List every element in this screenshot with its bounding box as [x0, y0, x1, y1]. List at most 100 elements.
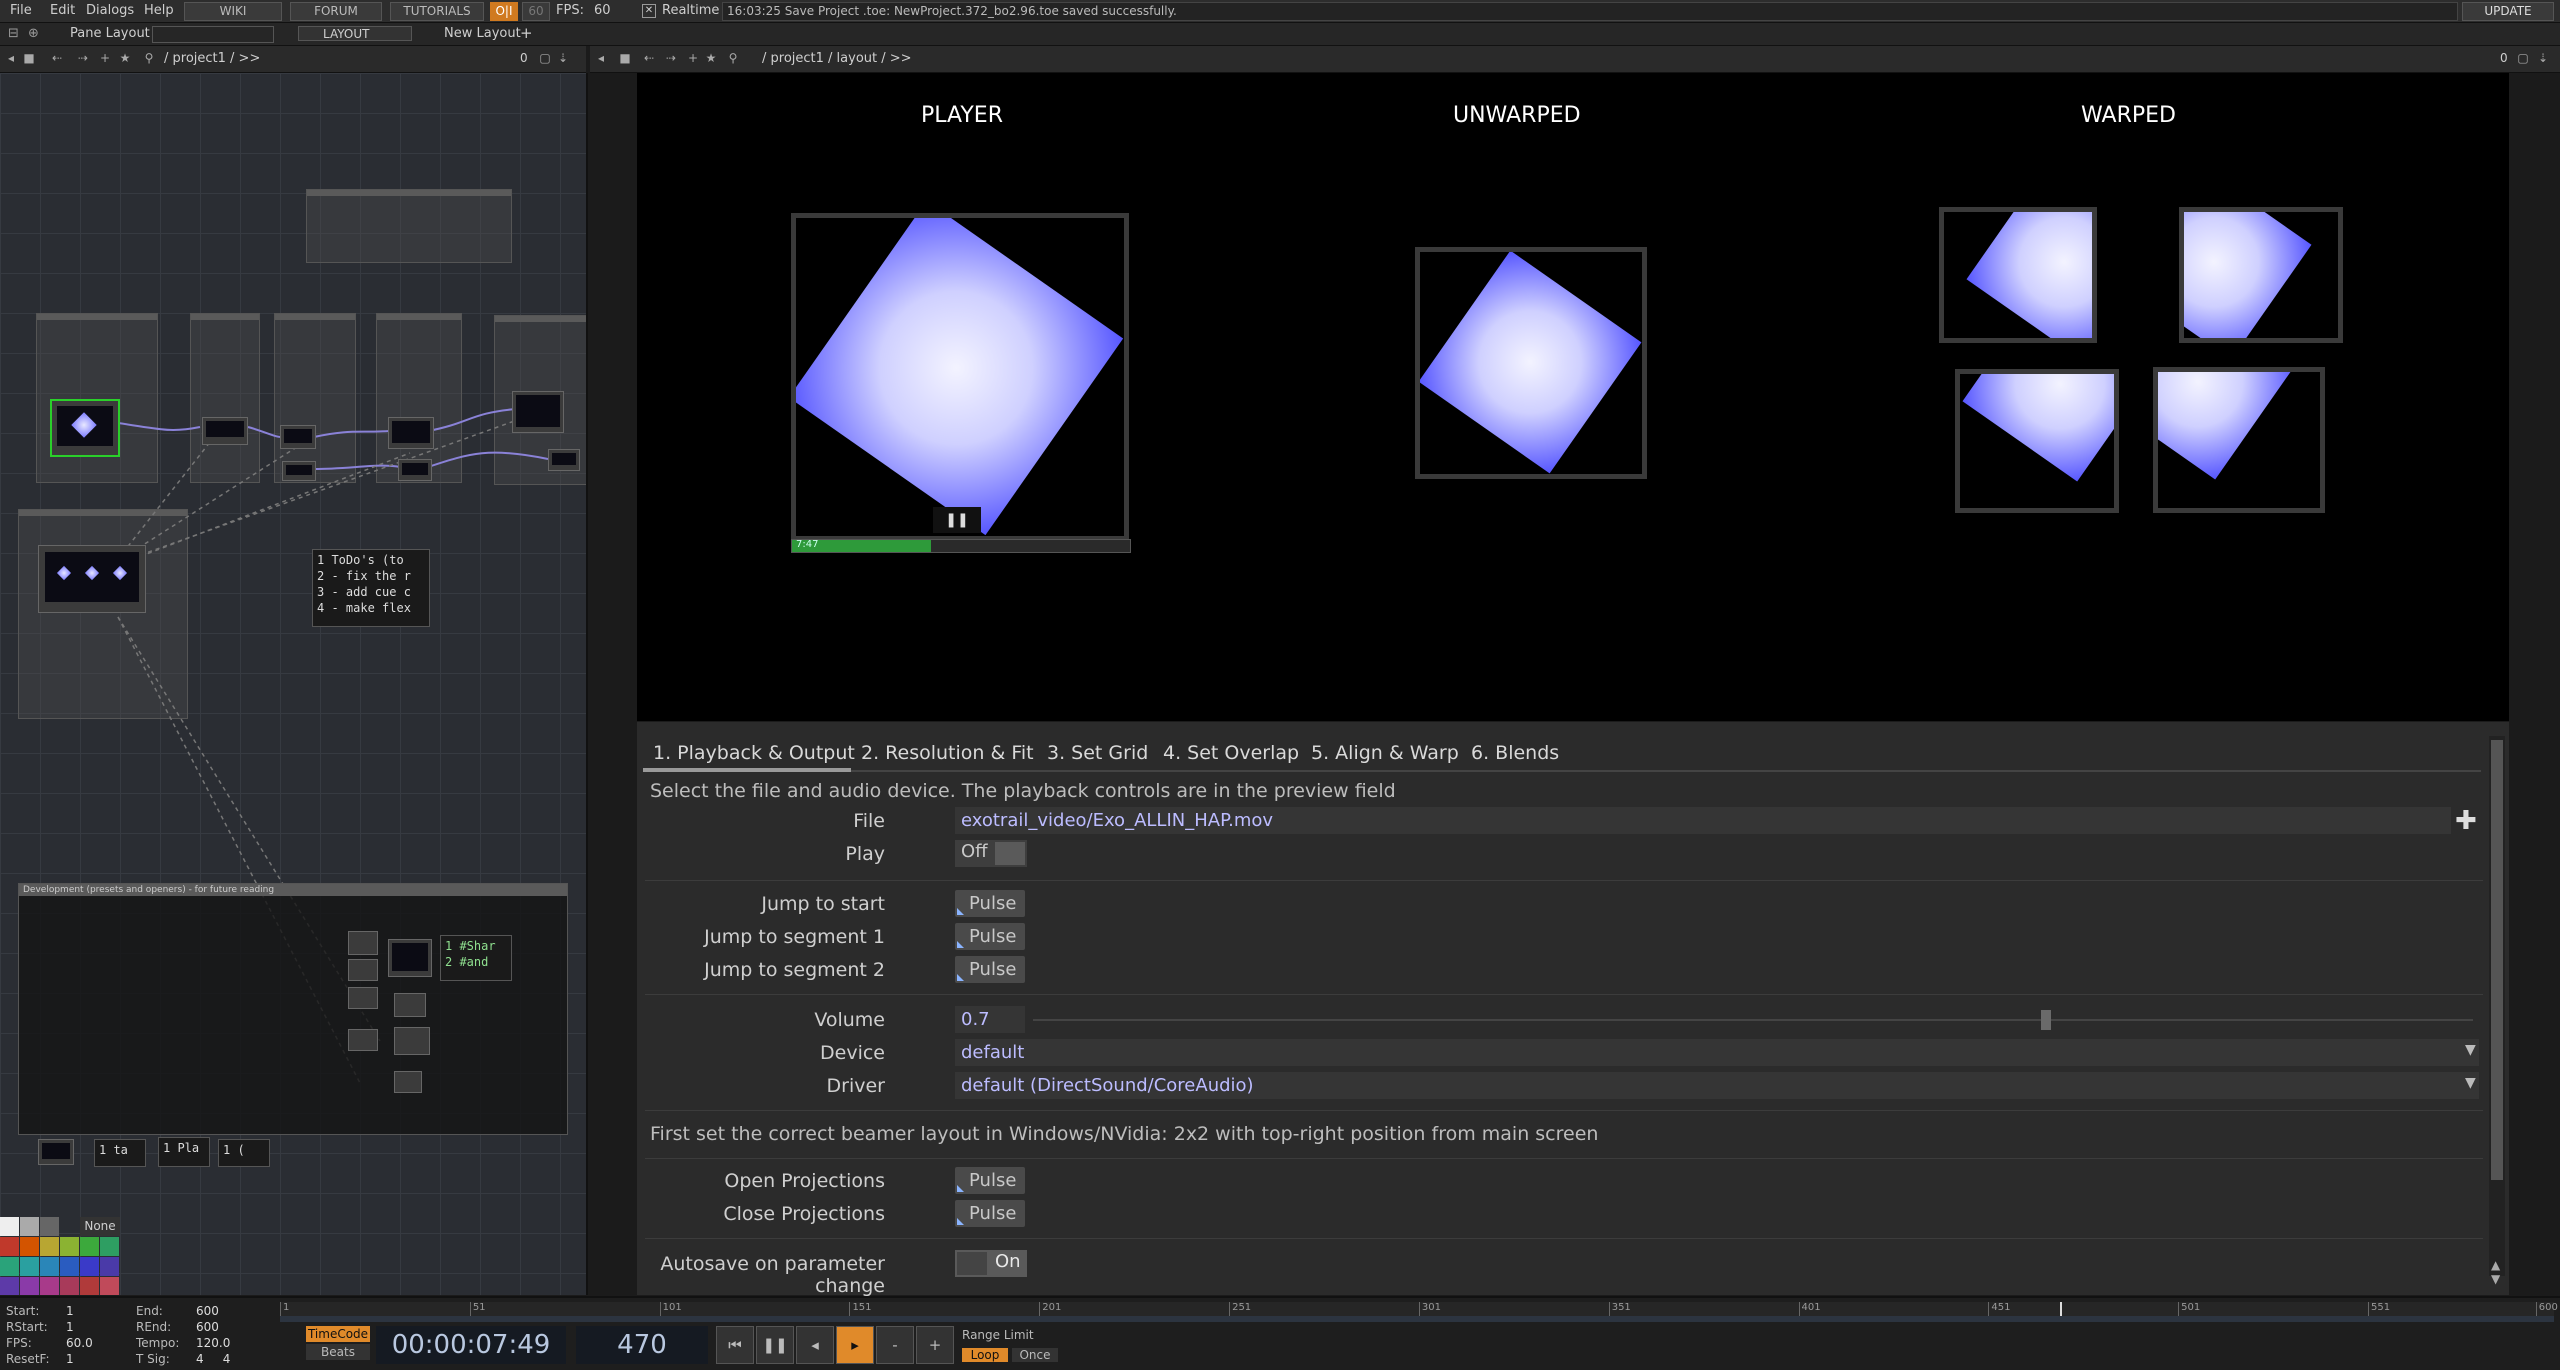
- color-swatch[interactable]: [20, 1237, 39, 1256]
- menu-dialogs[interactable]: Dialogs: [86, 3, 134, 18]
- update-button[interactable]: UPDATE: [2462, 2, 2554, 21]
- step-minus-icon[interactable]: -: [876, 1326, 914, 1364]
- stop-icon[interactable]: ■: [22, 51, 36, 65]
- operator-node[interactable]: [348, 1029, 378, 1051]
- operator-node[interactable]: [282, 461, 316, 481]
- operator-node[interactable]: [280, 425, 316, 449]
- color-swatch[interactable]: [100, 1277, 119, 1295]
- frame-field[interactable]: 470: [576, 1326, 708, 1364]
- bookmark-icon[interactable]: ★: [118, 51, 132, 65]
- jump-seg2-pulse[interactable]: Pulse: [955, 956, 1025, 983]
- text-node[interactable]: 1 ta: [94, 1139, 146, 1167]
- color-swatch[interactable]: [40, 1237, 59, 1256]
- pane-share-icon[interactable]: ⊕: [28, 26, 39, 41]
- tutorials-button[interactable]: TUTORIALS: [390, 2, 484, 21]
- color-swatch[interactable]: [20, 1217, 39, 1236]
- device-dropdown[interactable]: default: [955, 1039, 2479, 1066]
- pane-type-icon[interactable]: ▢: [2516, 51, 2530, 65]
- operator-node[interactable]: [202, 417, 248, 445]
- timeline-ruler[interactable]: 1 51 101 151 201 251 301 351 401 451 501 551 600: [280, 1302, 2558, 1316]
- player-preview[interactable]: [791, 213, 1129, 541]
- menu-arrow-icon[interactable]: ◂: [4, 51, 18, 65]
- pause-icon[interactable]: ❚❚: [933, 507, 981, 533]
- step-plus-icon[interactable]: +: [916, 1326, 954, 1364]
- tab-set-overlap[interactable]: 4. Set Overlap: [1163, 742, 1299, 764]
- rstart-value[interactable]: 1: [66, 1320, 74, 1334]
- network-path[interactable]: / project1 / >>: [164, 51, 260, 66]
- stop-icon[interactable]: ■: [618, 51, 632, 65]
- operator-node[interactable]: [548, 449, 580, 471]
- operator-node[interactable]: [388, 417, 434, 449]
- menu-arrow-icon[interactable]: ◂: [594, 51, 608, 65]
- fps-stat-value[interactable]: 60.0: [66, 1336, 93, 1350]
- layout-label[interactable]: LAYOUT: [298, 26, 412, 41]
- timecode-field[interactable]: 00:00:07:49: [376, 1326, 566, 1364]
- step-back-icon[interactable]: ◂: [796, 1326, 834, 1364]
- beats-toggle[interactable]: Beats: [306, 1344, 370, 1360]
- jump-seg1-pulse[interactable]: Pulse: [955, 923, 1025, 950]
- add-layout-icon[interactable]: +: [520, 24, 533, 42]
- color-swatch[interactable]: [40, 1257, 59, 1276]
- color-swatch[interactable]: [60, 1277, 79, 1295]
- tab-playback-output[interactable]: 1. Playback & Output: [653, 742, 855, 764]
- color-swatch[interactable]: [40, 1277, 59, 1295]
- link-icon[interactable]: ⚲: [142, 51, 156, 65]
- realtime-checkbox[interactable]: ✕: [642, 4, 656, 18]
- new-layout-button[interactable]: New Layout: [444, 26, 521, 41]
- text-node[interactable]: 1 Pla: [158, 1137, 210, 1167]
- wiki-button[interactable]: WIKI: [184, 2, 282, 21]
- playback-progress[interactable]: 7:47: [791, 539, 1131, 553]
- tsig-value[interactable]: 4 4: [196, 1352, 230, 1366]
- forward-icon[interactable]: ⇢: [664, 51, 678, 65]
- operator-node[interactable]: [38, 1139, 74, 1165]
- autosave-toggle[interactable]: On: [955, 1250, 1027, 1277]
- share-text-node[interactable]: 1 #Shar 2 #and: [440, 935, 512, 981]
- operator-node[interactable]: [512, 391, 564, 433]
- text-node[interactable]: 1 (: [218, 1139, 270, 1167]
- color-swatch[interactable]: [80, 1277, 99, 1295]
- bookmark-icon[interactable]: ★: [704, 51, 718, 65]
- timeline-range-bar[interactable]: [280, 1316, 2554, 1322]
- add-file-icon[interactable]: ✚: [2455, 806, 2477, 836]
- close-projections-pulse[interactable]: Pulse: [955, 1200, 1025, 1227]
- moviefilein-node[interactable]: [50, 399, 120, 457]
- volume-slider[interactable]: [1033, 1010, 2473, 1030]
- color-swatch[interactable]: [0, 1237, 19, 1256]
- file-field[interactable]: exotrail_video/Exo_ALLIN_HAP.mov: [955, 807, 2451, 834]
- color-swatch[interactable]: [0, 1277, 19, 1295]
- tab-set-grid[interactable]: 3. Set Grid: [1047, 742, 1148, 764]
- home-icon[interactable]: +: [98, 51, 112, 65]
- color-swatch[interactable]: [60, 1257, 79, 1276]
- volume-slider-handle[interactable]: [2041, 1010, 2051, 1030]
- operator-node[interactable]: [394, 1071, 422, 1093]
- link-icon[interactable]: ⚲: [726, 51, 740, 65]
- color-swatch[interactable]: [100, 1257, 119, 1276]
- playhead[interactable]: [2060, 1302, 2063, 1316]
- color-swatch[interactable]: [80, 1257, 99, 1276]
- play-forward-icon[interactable]: ▸: [836, 1326, 874, 1364]
- layout-container-node[interactable]: [38, 545, 146, 613]
- rend-value[interactable]: 600: [196, 1320, 219, 1334]
- tab-blends[interactable]: 6. Blends: [1471, 742, 1559, 764]
- perform-mode-icon[interactable]: O|I: [490, 2, 518, 21]
- viewer-path[interactable]: / project1 / layout / >>: [762, 51, 912, 66]
- open-projections-pulse[interactable]: Pulse: [955, 1167, 1025, 1194]
- network-editor[interactable]: 1 ToDo's (to 2 - fix the r 3 - add cue c…: [0, 73, 588, 1295]
- back-icon[interactable]: ⇠: [642, 51, 656, 65]
- pane-split-icon[interactable]: ⊟: [8, 26, 19, 41]
- color-swatch[interactable]: [20, 1257, 39, 1276]
- home-icon[interactable]: +: [686, 51, 700, 65]
- scroll-arrows-icon[interactable]: ▲ ▼: [2491, 1258, 2500, 1286]
- menu-file[interactable]: File: [10, 3, 32, 18]
- color-swatch[interactable]: [20, 1277, 39, 1295]
- end-value[interactable]: 600: [196, 1304, 219, 1318]
- start-value[interactable]: 1: [66, 1304, 74, 1318]
- operator-node[interactable]: [388, 939, 432, 977]
- operator-node[interactable]: [398, 459, 432, 481]
- play-toggle[interactable]: Off: [955, 840, 1027, 867]
- operator-node[interactable]: [348, 959, 378, 981]
- operator-node[interactable]: [394, 1027, 430, 1055]
- resetf-value[interactable]: 1: [66, 1352, 74, 1366]
- operator-node[interactable]: [348, 931, 378, 955]
- pane-settings-icon[interactable]: ⇣: [556, 51, 570, 65]
